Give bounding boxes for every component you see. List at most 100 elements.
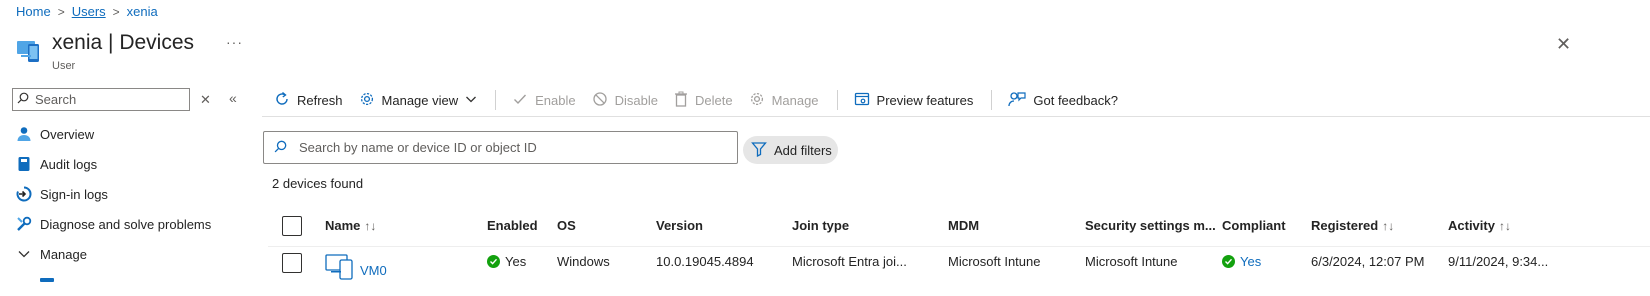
sidebar-item-sign-in-logs[interactable]: Sign-in logs <box>16 186 108 202</box>
result-count: 2 devices found <box>272 176 364 191</box>
security-settings-link[interactable]: Microsoft Intune <box>1085 254 1178 269</box>
cell-value: Yes <box>505 254 527 269</box>
delete-label: Delete <box>694 92 733 108</box>
manage-label: Manage <box>771 92 819 108</box>
block-icon <box>592 91 608 110</box>
success-icon <box>487 255 500 268</box>
checkmark-icon <box>512 91 528 110</box>
refresh-icon <box>274 91 290 110</box>
table-cell-compliant[interactable]: Yes <box>1222 254 1261 269</box>
manage-view-label: Manage view <box>381 92 459 108</box>
device-icon <box>325 252 355 283</box>
column-header-enabled: Enabled <box>487 218 538 233</box>
toolbar-divider-line <box>262 116 1650 117</box>
book-icon <box>16 156 32 172</box>
column-header-label: Activity <box>1448 218 1495 233</box>
preview-features-label: Preview features <box>876 92 974 108</box>
collapse-nav-icon[interactable]: « <box>229 90 237 106</box>
device-search-input[interactable]: Search by name or device ID or object ID <box>263 131 738 164</box>
column-header-compliant: Compliant <box>1222 218 1286 233</box>
delete-button[interactable]: Delete <box>674 91 733 110</box>
column-header-label: Join type <box>792 218 850 233</box>
sidebar-item-diagnose[interactable]: Diagnose and solve problems <box>16 216 211 232</box>
breadcrumb-current[interactable]: xenia <box>127 4 158 19</box>
preview-features-button[interactable]: Preview features <box>854 91 974 110</box>
sidebar-item-label: Diagnose and solve problems <box>40 216 212 232</box>
sidebar-item-label: Manage <box>40 246 87 262</box>
row-checkbox[interactable] <box>282 253 302 273</box>
nav-search-placeholder: Search <box>35 92 77 107</box>
devices-icon <box>16 36 44 64</box>
filter-icon <box>751 141 767 160</box>
breadcrumb-separator: > <box>112 4 120 19</box>
table-cell-enabled: Yes <box>487 254 526 269</box>
mdm-link[interactable]: Microsoft Intune <box>948 254 1041 269</box>
breadcrumb-users[interactable]: Users <box>72 4 106 19</box>
table-cell-version: 10.0.19045.4894 <box>656 254 754 269</box>
gear-icon <box>749 91 765 110</box>
add-filters-button[interactable]: Add filters <box>743 136 838 164</box>
sort-icon: ↑↓ <box>1498 218 1511 233</box>
nav-search-input[interactable]: Search <box>12 88 190 111</box>
wrench-icon <box>16 216 32 232</box>
table-cell-os: Windows <box>557 254 610 269</box>
clear-search-icon[interactable]: ✕ <box>200 92 211 108</box>
toolbar-divider <box>495 90 497 110</box>
column-header-activity[interactable]: Activity ↑↓ <box>1448 218 1511 233</box>
breadcrumb: Home > Users > xenia <box>16 4 158 19</box>
device-search-placeholder: Search by name or device ID or object ID <box>299 140 537 155</box>
compliant-link[interactable]: Yes <box>1240 254 1261 269</box>
enable-button[interactable]: Enable <box>512 91 576 110</box>
preview-icon <box>854 91 870 110</box>
sidebar-item-icon-partial <box>40 278 54 282</box>
sidebar-item-label: Overview <box>40 126 95 142</box>
sort-icon: ↑↓ <box>1382 218 1395 233</box>
sort-icon: ↑↓ <box>364 218 377 233</box>
breadcrumb-home[interactable]: Home <box>16 4 51 19</box>
feedback-icon <box>1008 91 1026 110</box>
command-bar: Refresh Manage view Enable Disable Delet… <box>274 88 1134 112</box>
trash-icon <box>674 91 688 110</box>
column-header-label: Security settings m... <box>1085 218 1216 233</box>
column-header-registered[interactable]: Registered ↑↓ <box>1311 218 1394 233</box>
toolbar-divider <box>991 90 993 110</box>
disable-button[interactable]: Disable <box>592 91 658 110</box>
disable-label: Disable <box>614 92 658 108</box>
search-icon <box>17 92 29 107</box>
table-cell-activity: 9/11/2024, 9:34... <box>1448 254 1549 269</box>
table-cell-registered: 6/3/2024, 12:07 PM <box>1311 254 1425 269</box>
column-header-mdm: MDM <box>948 218 979 233</box>
column-header-name[interactable]: Name ↑↓ <box>325 218 376 233</box>
close-icon[interactable]: ✕ <box>1556 34 1571 55</box>
device-name-link[interactable]: VM0 <box>360 263 387 278</box>
page-subtitle: User <box>52 60 76 72</box>
page-title: xenia | Devices <box>52 31 195 54</box>
column-header-label: MDM <box>948 218 980 233</box>
sidebar-item-label: Sign-in logs <box>40 186 108 202</box>
refresh-label: Refresh <box>297 92 343 108</box>
search-icon <box>274 140 287 156</box>
enable-label: Enable <box>535 92 576 108</box>
sidebar-item-overview[interactable]: Overview <box>16 126 94 142</box>
table-row-name[interactable]: VM0 <box>325 252 387 283</box>
select-all-checkbox[interactable] <box>282 216 302 236</box>
gear-icon <box>359 91 375 110</box>
column-header-label: Enabled <box>487 218 538 233</box>
sidebar-group-manage[interactable]: Manage <box>16 246 87 262</box>
column-header-label: OS <box>557 218 576 233</box>
table-cell-join-type: Microsoft Entra joi... <box>792 254 907 269</box>
manage-view-button[interactable]: Manage view <box>359 91 478 110</box>
feedback-button[interactable]: Got feedback? <box>1008 91 1118 110</box>
sign-in-icon <box>16 186 32 202</box>
column-header-label: Name <box>325 218 361 233</box>
more-options-icon[interactable]: ··· <box>226 34 243 50</box>
column-header-security: Security settings m... <box>1085 218 1216 233</box>
sidebar-item-label: Audit logs <box>40 156 98 172</box>
refresh-button[interactable]: Refresh <box>274 91 343 110</box>
sidebar-item-audit-logs[interactable]: Audit logs <box>16 156 97 172</box>
add-filters-label: Add filters <box>774 142 832 158</box>
column-header-label: Compliant <box>1222 218 1286 233</box>
toolbar-divider <box>836 90 838 110</box>
manage-button[interactable]: Manage <box>749 91 819 110</box>
chevron-down-icon <box>16 246 32 262</box>
